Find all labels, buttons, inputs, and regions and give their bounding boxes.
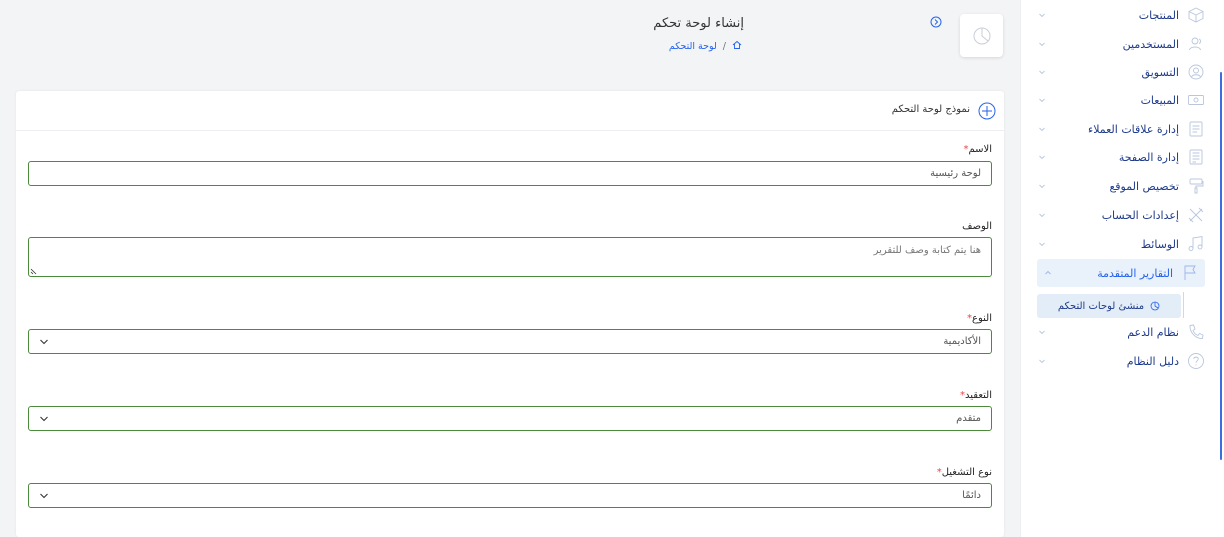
home-icon[interactable] xyxy=(732,40,742,53)
sidebar-item-label: إدارة الصفحة xyxy=(1118,150,1179,164)
page-icon xyxy=(1187,148,1205,166)
sidebar-item-account-settings[interactable]: إعدادات الحساب xyxy=(1037,201,1205,229)
chevron-down-icon xyxy=(1037,327,1047,337)
box-icon xyxy=(1187,6,1205,24)
users-icon xyxy=(1187,35,1205,53)
sidebar-item-users[interactable]: المستخدمين xyxy=(1037,30,1205,58)
marketing-icon xyxy=(1187,63,1205,81)
complexity-select[interactable]: متقدم xyxy=(28,406,992,431)
description-textarea[interactable]: هنا يتم كتابة وصف للتقرير xyxy=(28,237,992,277)
sidebar-item-support-system[interactable]: نظام الدعم xyxy=(1037,318,1205,346)
tools-icon xyxy=(1187,206,1205,224)
sidebar-item-label: دليل النظام xyxy=(1126,354,1179,368)
brush-icon xyxy=(1187,177,1205,195)
sidebar-item-site-customization[interactable]: تخصيص الموقع xyxy=(1037,172,1205,200)
sidebar-item-system-guide[interactable]: دليل النظام xyxy=(1037,347,1205,375)
resize-handle-icon[interactable] xyxy=(30,267,38,275)
sidebar-item-advanced-reports[interactable]: التقارير المتقدمة xyxy=(1037,259,1205,287)
breadcrumb-separator: / xyxy=(722,41,726,52)
sidebar-subitem-dashboard-builder[interactable]: منشئ لوحات التحكم xyxy=(1037,294,1181,318)
pie-chart-icon xyxy=(1150,301,1160,311)
sidebar-item-label: إدارة علاقات العملاء xyxy=(1088,122,1179,136)
sidebar-item-label: الوسائط xyxy=(1140,237,1179,251)
plus-circle-icon xyxy=(978,102,996,120)
run-type-select[interactable]: دائمًا xyxy=(28,483,992,508)
chevron-up-icon xyxy=(1043,268,1053,278)
chevron-down-icon xyxy=(1037,210,1047,220)
type-label: النوع* xyxy=(967,313,992,324)
chevron-down-icon xyxy=(40,416,48,422)
sidebar-item-label: إعدادات الحساب xyxy=(1101,208,1179,222)
name-label: الاسم* xyxy=(963,144,992,155)
sidebar-item-label: نظام الدعم xyxy=(1127,325,1179,339)
description-placeholder: هنا يتم كتابة وصف للتقرير xyxy=(873,245,981,256)
card-title: نموذج لوحة التحكم xyxy=(891,104,970,115)
chevron-down-icon xyxy=(40,339,48,345)
chevron-down-icon xyxy=(1037,67,1047,77)
sidebar-item-sales[interactable]: المبيعات xyxy=(1037,86,1205,114)
page-title: إنشاء لوحة تحكم xyxy=(653,16,744,31)
sidebar-item-label: المستخدمين xyxy=(1122,37,1179,51)
sidebar-item-label: المبيعات xyxy=(1140,93,1179,107)
back-arrow-icon[interactable] xyxy=(930,16,942,28)
chevron-down-icon xyxy=(1037,124,1047,134)
type-select[interactable]: الأكاديمية xyxy=(28,329,992,354)
sidebar-item-marketing[interactable]: التسويق xyxy=(1037,58,1205,86)
pie-chart-icon xyxy=(973,27,990,44)
card-header: نموذج لوحة التحكم xyxy=(16,91,1004,131)
sales-icon xyxy=(1187,91,1205,109)
sidebar-item-label: تخصيص الموقع xyxy=(1109,179,1179,193)
dashboard-logo xyxy=(960,14,1003,57)
sidebar-subitem-label: منشئ لوحات التحكم xyxy=(1057,300,1145,312)
sidebar-item-products[interactable]: المنتجات xyxy=(1037,1,1205,29)
chevron-down-icon xyxy=(1037,39,1047,49)
sidebar-item-media[interactable]: الوسائط xyxy=(1037,230,1205,258)
chevron-down-icon xyxy=(1037,152,1047,162)
name-input-value: لوحة رئيسية xyxy=(930,168,981,179)
crm-icon xyxy=(1187,120,1205,138)
run-type-label: نوع التشغيل* xyxy=(936,467,992,478)
chevron-down-icon xyxy=(1037,239,1047,249)
media-icon xyxy=(1187,235,1205,253)
breadcrumb: / لوحة التحكم xyxy=(669,40,742,53)
sidebar-item-label: التسويق xyxy=(1141,65,1179,79)
help-icon xyxy=(1187,352,1205,370)
chevron-down-icon xyxy=(1037,181,1047,191)
sidebar-item-page-management[interactable]: إدارة الصفحة xyxy=(1037,143,1205,171)
type-select-value: الأكاديمية xyxy=(943,336,981,347)
sidebar-item-crm[interactable]: إدارة علاقات العملاء xyxy=(1037,115,1205,143)
chevron-down-icon xyxy=(1037,10,1047,20)
chevron-down-icon xyxy=(1037,356,1047,366)
complexity-label: التعقيد* xyxy=(960,390,992,401)
flag-icon xyxy=(1181,264,1199,282)
chevron-down-icon xyxy=(40,493,48,499)
sidebar-item-label: المنتجات xyxy=(1138,8,1179,22)
submenu-divider xyxy=(1183,292,1184,318)
phone-icon xyxy=(1187,323,1205,341)
name-input[interactable]: لوحة رئيسية xyxy=(28,161,992,186)
description-label: الوصف xyxy=(962,221,992,232)
sidebar-item-label: التقارير المتقدمة xyxy=(1097,266,1173,280)
sidebar: المنتجات المستخدمين التسويق المبيعات إدا… xyxy=(1020,0,1224,537)
dashboard-form-card: نموذج لوحة التحكم الاسم* لوحة رئيسية الو… xyxy=(16,91,1004,537)
run-type-select-value: دائمًا xyxy=(962,490,981,501)
chevron-down-icon xyxy=(1037,95,1047,105)
complexity-select-value: متقدم xyxy=(956,413,981,424)
breadcrumb-current[interactable]: لوحة التحكم xyxy=(669,41,717,52)
page-header: إنشاء لوحة تحكم / لوحة التحكم xyxy=(0,0,1020,74)
